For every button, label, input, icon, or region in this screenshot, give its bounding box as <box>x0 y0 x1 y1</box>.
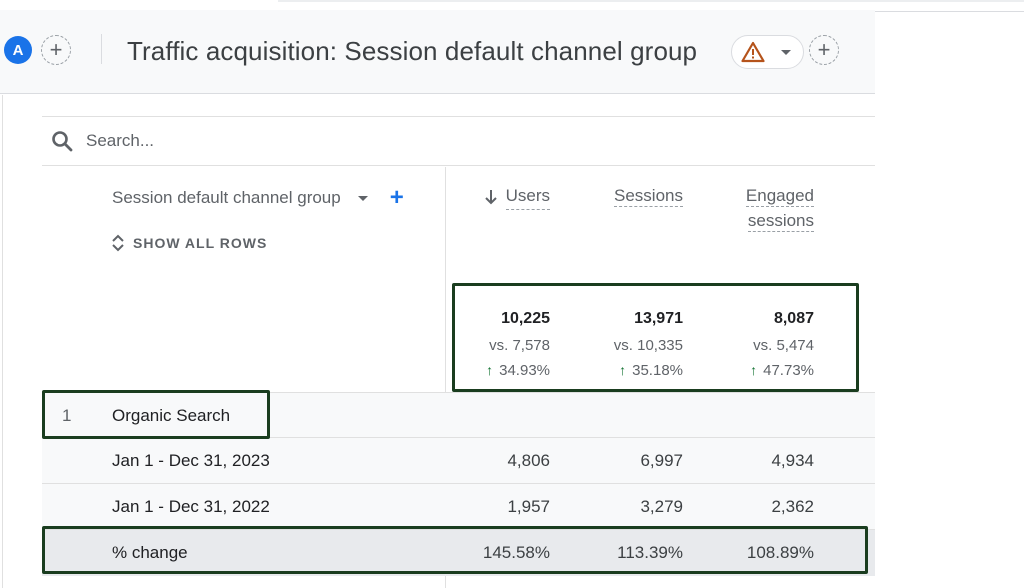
table-row[interactable]: % change 145.58% 113.39% 108.89% <box>42 530 875 576</box>
plus-icon: + <box>817 37 831 62</box>
cell-sessions: 3,279 <box>640 497 683 516</box>
cell-users: 145.58% <box>482 543 550 562</box>
add-comparison-button[interactable]: + <box>41 35 71 65</box>
row-label: Organic Search <box>112 406 231 425</box>
header-vertical-divider <box>101 34 102 64</box>
add-button[interactable]: + <box>809 35 839 65</box>
column-header-sessions[interactable]: Sessions <box>614 183 683 208</box>
show-all-rows-button[interactable]: SHOW ALL ROWS <box>111 233 267 253</box>
warning-triangle-icon <box>741 41 765 63</box>
table-row[interactable]: Jan 1 - Dec 31, 2023 4,806 6,997 4,934 <box>42 438 875 484</box>
show-all-rows-label: SHOW ALL ROWS <box>133 235 268 251</box>
page-title: Traffic acquisition: Session default cha… <box>127 36 698 66</box>
comparison-avatar[interactable]: A <box>4 36 32 64</box>
header-divider <box>875 11 1024 12</box>
cell-sessions: 113.39% <box>617 543 683 562</box>
column-header-engaged-label-2: sessions <box>747 211 814 232</box>
chevron-down-icon <box>781 49 791 55</box>
cell-users: 4,806 <box>507 451 550 470</box>
dimension-selector[interactable]: Session default channel group <box>112 188 341 208</box>
search-icon <box>52 131 73 152</box>
row-label: % change <box>112 543 188 562</box>
totals-highlight-box <box>452 283 859 392</box>
cell-users: 1,957 <box>507 497 550 516</box>
column-header-users[interactable]: Users <box>484 183 550 210</box>
cell-engaged-sessions: 4,934 <box>771 451 814 470</box>
cell-engaged-sessions: 2,362 <box>771 497 814 516</box>
chevron-down-icon[interactable] <box>357 195 368 201</box>
column-header-engaged-label-1: Engaged <box>745 186 814 207</box>
dimension-header: Session default channel group + <box>112 186 404 210</box>
row-index: 1 <box>62 406 72 425</box>
card-border <box>2 95 3 588</box>
cell-sessions: 6,997 <box>640 451 683 470</box>
data-quality-warning-button[interactable] <box>731 35 804 69</box>
sort-descending-icon <box>484 189 497 204</box>
search-bar <box>42 117 875 166</box>
search-input[interactable] <box>86 131 486 151</box>
column-header-users-label: Users <box>505 183 550 210</box>
row-label: Jan 1 - Dec 31, 2023 <box>112 451 270 470</box>
table-row[interactable]: 1 Organic Search <box>42 392 875 438</box>
add-dimension-button[interactable]: + <box>390 186 404 210</box>
plus-icon: + <box>49 37 63 62</box>
table-row[interactable]: Jan 1 - Dec 31, 2022 1,957 3,279 2,362 <box>42 484 875 530</box>
cell-engaged-sessions: 108.89% <box>746 543 814 562</box>
row-label: Jan 1 - Dec 31, 2022 <box>112 497 270 516</box>
report-page: A + Traffic acquisition: Session default… <box>0 0 1024 588</box>
unfold-more-icon <box>112 234 124 252</box>
column-header-sessions-label: Sessions <box>614 186 683 207</box>
top-strip <box>278 0 1024 2</box>
column-header-engaged-sessions[interactable]: Engaged sessions <box>745 183 814 233</box>
